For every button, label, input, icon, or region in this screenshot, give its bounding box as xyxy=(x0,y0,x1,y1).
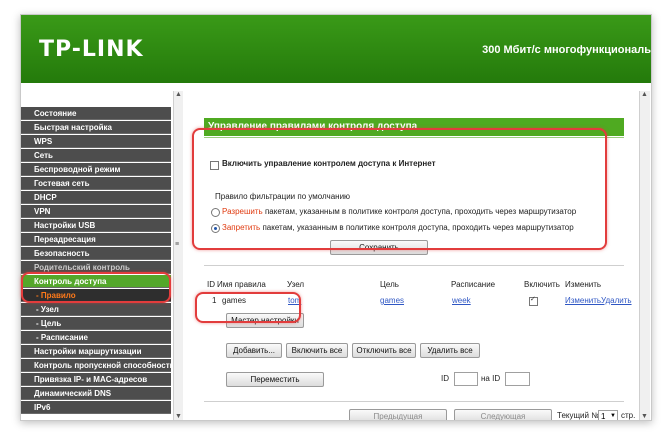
sidebar-menu: Состояние Быстрая настройка WPS Сеть Бес… xyxy=(21,91,171,420)
bottom-divider xyxy=(204,401,624,402)
sidebar-item-guest-network[interactable]: Гостевая сеть xyxy=(21,177,171,190)
scroll-up-arrow-icon[interactable]: ▲ xyxy=(175,91,182,98)
row-edit-link[interactable]: Изменить xyxy=(565,296,601,305)
sidebar-item-ip-mac-binding[interactable]: Привязка IP- и MAC-адресов xyxy=(21,373,171,386)
sidebar-item-ipv6[interactable]: IPv6 xyxy=(21,401,171,414)
highlight-wizard-button xyxy=(195,292,301,323)
row-schedule-link[interactable]: week xyxy=(452,296,471,305)
sidebar-item-status[interactable]: Состояние xyxy=(21,107,171,120)
current-page-label: Текущий № xyxy=(557,411,600,420)
sidebar-item-network[interactable]: Сеть xyxy=(21,149,171,162)
sidebar-item-host[interactable]: - Узел xyxy=(21,303,171,316)
col-schedule: Расписание xyxy=(451,280,496,289)
page-suffix: стр. xyxy=(621,411,636,420)
highlight-access-control-menu xyxy=(21,272,171,303)
scroll-grip-icon[interactable]: ≡ xyxy=(175,241,179,248)
sidebar-item-target[interactable]: - Цель xyxy=(21,317,171,330)
col-rule-name: Имя правила xyxy=(217,280,266,289)
tp-link-logo: TP-LINK xyxy=(39,37,144,62)
add-button[interactable]: Добавить... xyxy=(226,343,282,358)
col-enable: Включить xyxy=(524,280,560,289)
disable-all-button[interactable]: Отключить все xyxy=(352,343,416,358)
scroll-down-arrow-icon[interactable]: ▼ xyxy=(175,413,182,420)
col-edit: Изменить xyxy=(565,280,602,289)
to-id-label: на ID xyxy=(481,374,501,383)
sidebar-item-routing[interactable]: Настройки маршрутизации xyxy=(21,345,171,358)
content-scroll-down-icon[interactable]: ▼ xyxy=(641,413,648,420)
row-delete-link[interactable]: Удалить xyxy=(601,296,632,305)
sidebar-scrollbar[interactable]: ▲ ≡ ▼ xyxy=(173,91,183,420)
sidebar-item-ddns[interactable]: Динамический DNS xyxy=(21,387,171,400)
col-host: Узел xyxy=(287,280,305,289)
col-id: ID xyxy=(207,280,215,289)
row-target-link[interactable]: games xyxy=(380,296,404,305)
next-page-button[interactable]: Следующая xyxy=(454,409,552,420)
move-button[interactable]: Переместить xyxy=(226,372,324,387)
chevron-down-icon: ▼ xyxy=(610,413,616,419)
delete-all-button[interactable]: Удалить все xyxy=(420,343,480,358)
col-target: Цель xyxy=(380,280,399,289)
enable-all-button[interactable]: Включить все xyxy=(286,343,348,358)
page-select[interactable]: 1 ▼ xyxy=(598,410,618,421)
check-mark-icon: ✓ xyxy=(530,296,536,303)
sidebar-item-schedule[interactable]: - Расписание xyxy=(21,331,171,344)
row-enable-checkbox[interactable]: ✓ xyxy=(529,296,538,306)
prev-page-button[interactable]: Предыдущая xyxy=(349,409,447,420)
sidebar-item-vpn[interactable]: VPN xyxy=(21,205,171,218)
highlight-settings-box xyxy=(192,128,607,250)
sidebar-item-forwarding[interactable]: Переадресация xyxy=(21,233,171,246)
section-divider xyxy=(204,265,624,266)
sidebar-item-bandwidth-control[interactable]: Контроль пропускной способности xyxy=(21,359,171,372)
move-id-input[interactable] xyxy=(454,372,478,386)
sidebar-item-dhcp[interactable]: DHCP xyxy=(21,191,171,204)
sidebar-item-usb-settings[interactable]: Настройки USB xyxy=(21,219,171,232)
page-select-value: 1 xyxy=(601,412,606,421)
id-label: ID xyxy=(441,374,449,383)
sidebar-item-wps[interactable]: WPS xyxy=(21,135,171,148)
sidebar-item-wireless[interactable]: Беспроводной режим xyxy=(21,163,171,176)
header-banner: TP-LINK 300 Мбит/с многофункциональ xyxy=(21,15,651,83)
model-description: 300 Мбит/с многофункциональ xyxy=(482,44,651,56)
content-scroll-up-icon[interactable]: ▲ xyxy=(641,91,648,98)
content-scrollbar[interactable]: ▲ ▼ xyxy=(639,91,650,420)
sidebar-item-quick-setup[interactable]: Быстрая настройка xyxy=(21,121,171,134)
move-to-id-input[interactable] xyxy=(505,372,530,386)
sidebar-item-security[interactable]: Безопасность xyxy=(21,247,171,260)
